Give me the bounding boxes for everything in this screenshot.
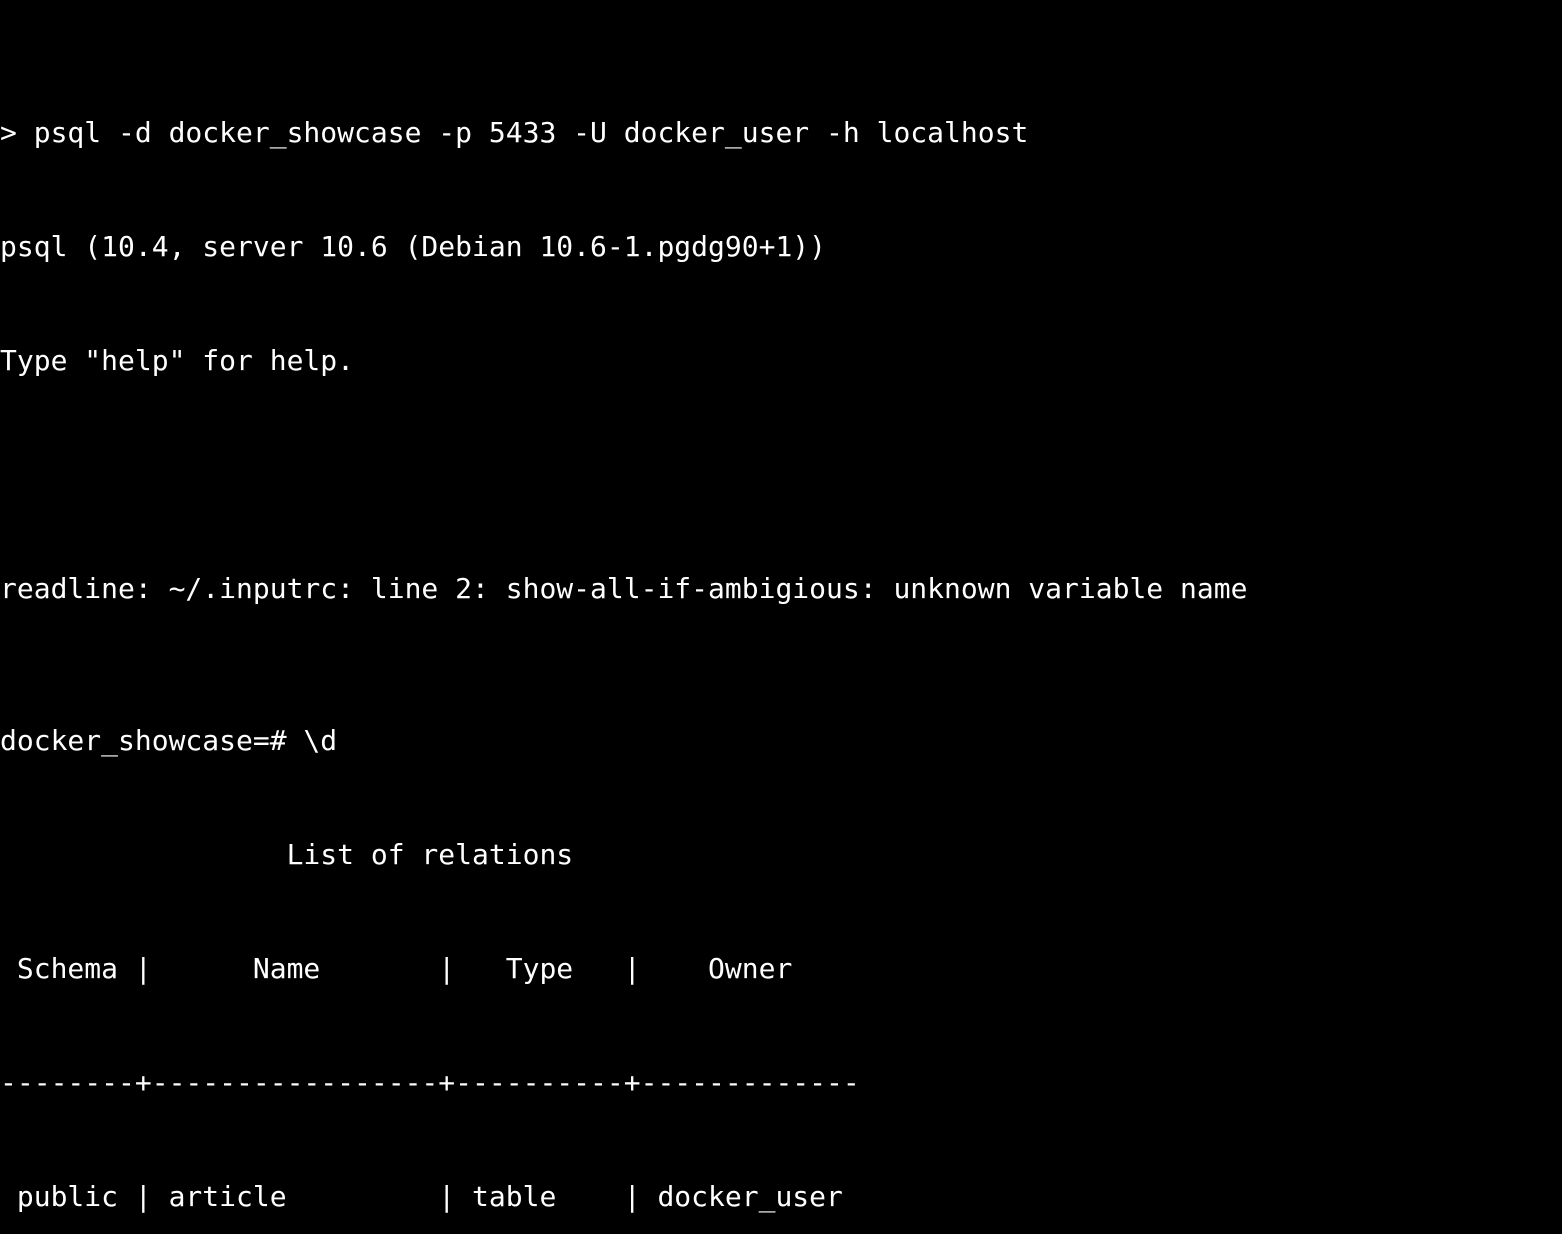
psql-help-hint: Type "help" for help. [0,344,355,377]
readline-warning: readline: ~/.inputrc: line 2: show-all-i… [0,572,1248,605]
psql-version-banner: psql (10.4, server 10.6 (Debian 10.6-1.p… [0,230,827,263]
prompt-line-describe: docker_showcase=# \d [0,724,338,757]
relations-table-header: Schema | Name | Type | Owner [0,952,860,985]
relations-table-title: List of relations [0,838,574,871]
relations-table-separator: --------+-----------------+----------+--… [0,1066,860,1099]
shell-command-line: > psql -d docker_showcase -p 5433 -U doc… [0,116,1029,149]
blank-line-1 [0,456,1562,494]
table-row: public | article | table | docker_user [0,1180,843,1213]
terminal-screen[interactable]: > psql -d docker_showcase -p 5433 -U doc… [0,0,1562,1234]
